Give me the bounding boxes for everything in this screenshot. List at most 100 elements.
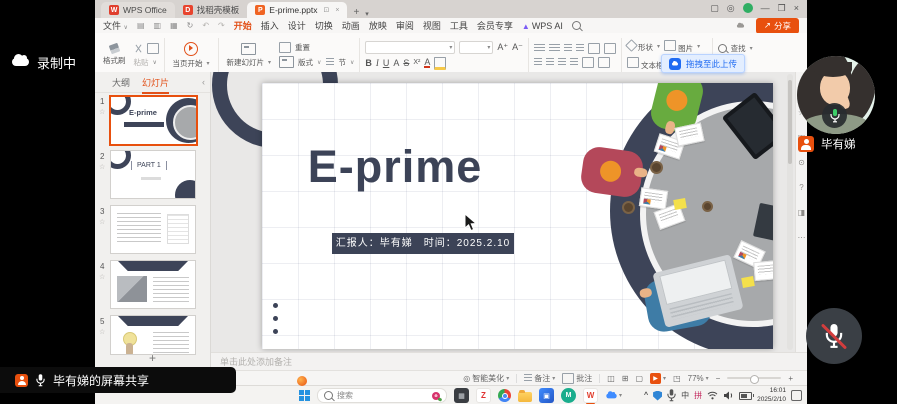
- play-from-current-button[interactable]: 当页开始▾: [170, 36, 213, 74]
- skin-icon[interactable]: ◎: [727, 2, 735, 14]
- minimize-button[interactable]: ―: [761, 2, 770, 14]
- italic-button[interactable]: I: [376, 58, 379, 68]
- menu-member[interactable]: 会员专享: [477, 19, 513, 32]
- menu-wps-ai[interactable]: ▲WPS AI: [522, 21, 563, 31]
- zoom-slider-handle[interactable]: [750, 375, 759, 384]
- battery-icon[interactable]: [739, 392, 752, 400]
- star-icon[interactable]: ☆: [99, 108, 105, 116]
- star-icon[interactable]: ☆: [99, 218, 105, 226]
- print-icon[interactable]: ▦: [170, 21, 178, 30]
- search-icon[interactable]: [572, 21, 581, 30]
- taskbar-app-blue[interactable]: ▣: [539, 388, 554, 403]
- slide-thumbnail-1[interactable]: E-prime: [109, 95, 198, 146]
- notes-button[interactable]: 备注▾: [524, 373, 555, 384]
- star-icon[interactable]: ☆: [99, 273, 105, 281]
- smart-beautify-button[interactable]: ◎智能美化▾: [463, 373, 509, 384]
- decrease-indent-icon[interactable]: [564, 44, 572, 52]
- zoom-out-button[interactable]: −: [716, 374, 721, 383]
- tab-wps-home[interactable]: W WPS Office: [101, 2, 175, 18]
- tab-current-document[interactable]: P E-prime.pptx ⊡ ×: [247, 2, 347, 18]
- tab-close-icon[interactable]: ×: [335, 7, 339, 14]
- font-color-button[interactable]: A: [424, 58, 430, 68]
- refresh-icon[interactable]: ↻: [187, 21, 194, 30]
- slide-title[interactable]: E-prime: [292, 141, 498, 193]
- line-spacing-icon[interactable]: [588, 43, 600, 54]
- ime-mode-indicator[interactable]: 中: [681, 390, 689, 401]
- view-reading-icon[interactable]: ▢: [635, 374, 643, 383]
- tab-pin-icon[interactable]: ⊡: [323, 6, 329, 14]
- reset-button[interactable]: 重置: [279, 42, 321, 53]
- slide-canvas[interactable]: E-prime 汇报人：毕有娣 时间：2025.2.10: [262, 83, 773, 349]
- underline-button[interactable]: U: [383, 58, 390, 68]
- security-shield-icon[interactable]: [653, 391, 662, 401]
- slide-thumbnail-3[interactable]: [110, 205, 196, 254]
- zoom-in-button[interactable]: +: [788, 374, 793, 383]
- format-painter-button[interactable]: 格式刷: [100, 36, 129, 74]
- view-sorter-icon[interactable]: ⊞: [622, 374, 629, 383]
- star-icon[interactable]: ☆: [99, 328, 105, 336]
- slide-thumbnail-5[interactable]: [110, 315, 196, 355]
- increase-font-button[interactable]: A⁺: [497, 42, 508, 52]
- taskbar-app-dark[interactable]: ▦: [454, 388, 469, 403]
- more-icon[interactable]: ⋯: [798, 233, 806, 242]
- highlight-color-button[interactable]: [434, 57, 446, 70]
- vertical-scrollbar[interactable]: [787, 74, 793, 350]
- tray-mic-icon[interactable]: [667, 389, 676, 402]
- panel-icon-c[interactable]: ◨: [798, 208, 806, 217]
- align-center-icon[interactable]: [546, 58, 554, 66]
- meeting-table-illustration[interactable]: [610, 83, 773, 349]
- tab-list-caret[interactable]: ▾: [365, 10, 369, 18]
- shapes-button[interactable]: 形状: [627, 41, 653, 53]
- participant-mic-indicator[interactable]: [822, 103, 847, 128]
- columns-icon[interactable]: [582, 57, 594, 68]
- star-icon[interactable]: ☆: [99, 163, 105, 171]
- superscript-button[interactable]: X²: [413, 58, 420, 68]
- new-tab-button[interactable]: +: [353, 7, 359, 18]
- panel-icon-b[interactable]: ⊙: [798, 158, 805, 167]
- floating-app-icon[interactable]: [297, 376, 307, 386]
- view-normal-icon[interactable]: ◫: [607, 374, 615, 383]
- zoom-slider[interactable]: [727, 377, 781, 379]
- menu-file[interactable]: 文件 ∨: [103, 19, 128, 32]
- tab-outline[interactable]: 大纲: [112, 76, 130, 89]
- layout-mode-icon[interactable]: ▢: [710, 2, 719, 14]
- justify-icon[interactable]: [570, 58, 578, 66]
- picture-button[interactable]: 图片: [664, 40, 693, 54]
- zoom-level[interactable]: 77%▾: [688, 374, 709, 383]
- volume-icon[interactable]: [723, 391, 734, 400]
- strikethrough-button[interactable]: S: [403, 58, 409, 68]
- add-slide-button[interactable]: +: [149, 351, 156, 365]
- share-button[interactable]: ↗分享: [756, 18, 799, 34]
- notes-bar[interactable]: 单击此处添加备注: [210, 352, 807, 370]
- comments-button[interactable]: 批注: [562, 373, 592, 384]
- slide-info-bar[interactable]: 汇报人：毕有娣 时间：2025.2.10: [332, 233, 514, 254]
- account-avatar-icon[interactable]: [743, 3, 753, 13]
- font-size-select[interactable]: ▾: [459, 41, 493, 54]
- menu-animation[interactable]: 动画: [342, 19, 360, 32]
- tab-docer-template[interactable]: D 找稻壳模板: [175, 2, 248, 18]
- tray-clock[interactable]: 16:012025/2/10: [757, 387, 786, 404]
- menu-insert[interactable]: 插入: [261, 19, 279, 32]
- cloud-sync-icon[interactable]: [737, 24, 744, 27]
- slide-thumbnail-2[interactable]: PART 1: [110, 150, 196, 199]
- mute-microphone-button[interactable]: [806, 308, 862, 364]
- start-button[interactable]: [299, 390, 310, 401]
- scrollbar-thumb[interactable]: [788, 80, 792, 164]
- bullets-icon[interactable]: [534, 44, 545, 53]
- taskbar-search[interactable]: 搜索: [317, 388, 447, 403]
- fullscreen-icon[interactable]: ◳: [673, 374, 681, 383]
- font-family-select[interactable]: ▾: [365, 41, 455, 54]
- taskbar-app-teal[interactable]: M: [561, 388, 576, 403]
- file-explorer-icon[interactable]: [518, 392, 532, 402]
- menu-review[interactable]: 审阅: [396, 19, 414, 32]
- undo-icon[interactable]: ↶: [202, 21, 209, 30]
- cut-icon[interactable]: [134, 44, 143, 53]
- collapse-panel-icon[interactable]: ‹: [202, 77, 205, 87]
- menu-transition[interactable]: 切换: [315, 19, 333, 32]
- taskbar-app-z[interactable]: Z: [476, 388, 491, 403]
- redo-icon[interactable]: ↷: [218, 21, 225, 30]
- menu-slideshow[interactable]: 放映: [369, 19, 387, 32]
- increase-indent-icon[interactable]: [576, 44, 584, 52]
- ime-pinyin-indicator[interactable]: 拼: [694, 390, 702, 401]
- char-spacing-button[interactable]: A: [393, 58, 399, 68]
